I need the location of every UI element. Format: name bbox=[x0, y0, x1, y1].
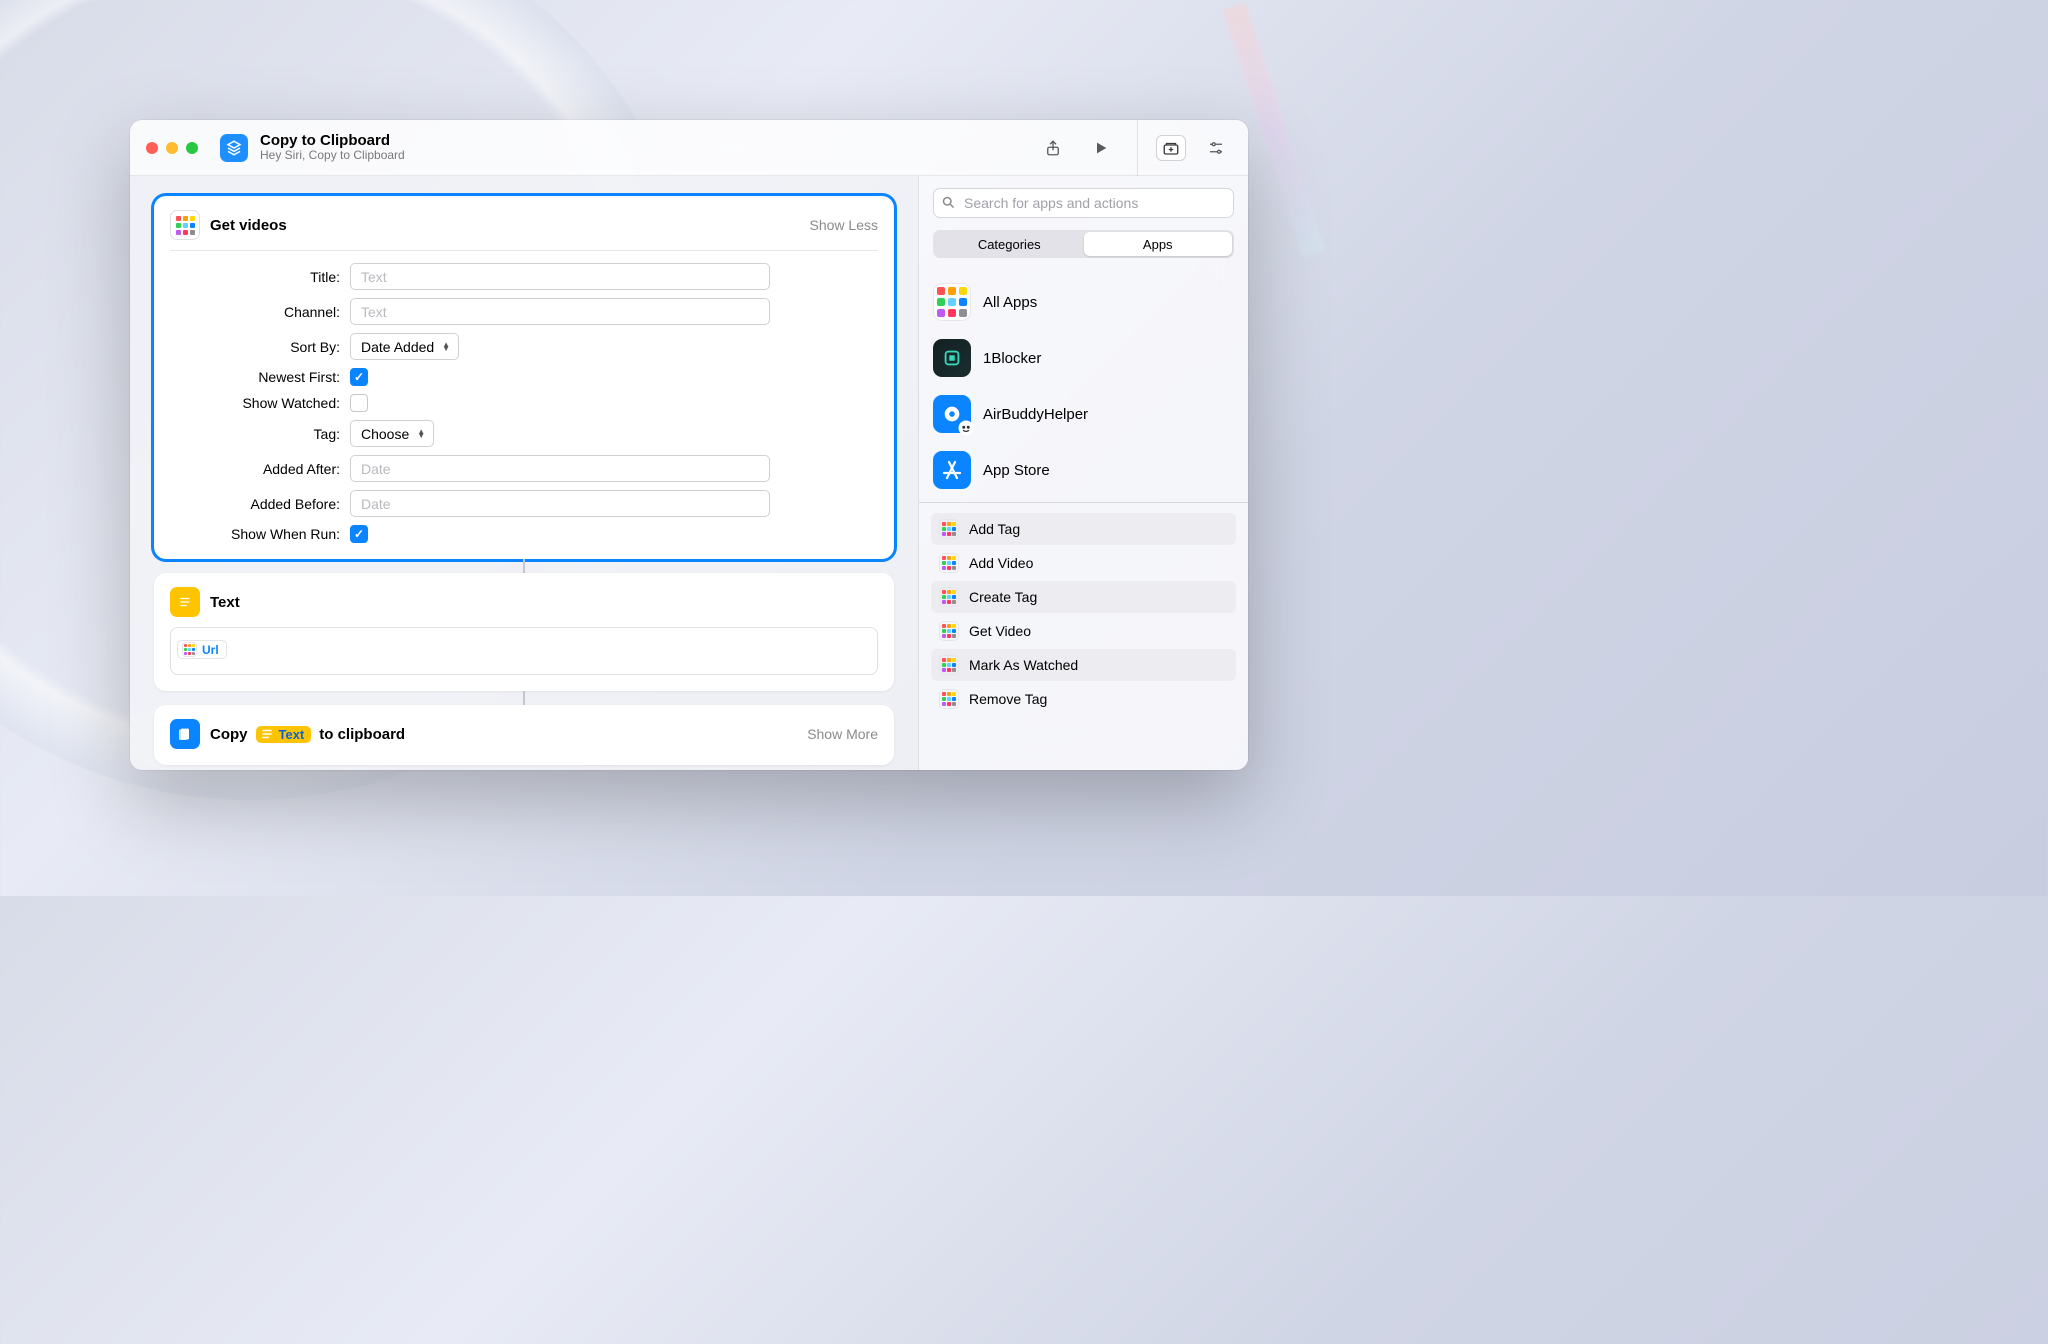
app-grid-icon bbox=[939, 553, 959, 573]
action-row-create-tag[interactable]: Create Tag bbox=[931, 581, 1236, 613]
app-grid-icon bbox=[939, 655, 959, 675]
select-tag-value: Choose bbox=[361, 426, 409, 442]
action-label: Mark As Watched bbox=[969, 657, 1078, 673]
variable-label: Text bbox=[279, 727, 305, 742]
show-more-button[interactable]: Show More bbox=[807, 726, 878, 742]
app-label: 1Blocker bbox=[983, 350, 1041, 367]
label-addedbefore: Added Before: bbox=[170, 496, 340, 512]
action-row-add-tag[interactable]: Add Tag bbox=[931, 513, 1236, 545]
label-sortby: Sort By: bbox=[170, 339, 340, 355]
maximize-button[interactable] bbox=[186, 142, 198, 154]
checkbox-showwatched[interactable] bbox=[350, 394, 368, 412]
app-row-1blocker[interactable]: 1Blocker bbox=[933, 330, 1234, 386]
copy-prefix: Copy bbox=[210, 726, 248, 743]
editor-canvas[interactable]: Get videos Show Less Title: Channel: Sor… bbox=[130, 176, 918, 770]
window-title: Copy to Clipboard bbox=[260, 132, 405, 149]
text-icon bbox=[170, 587, 200, 617]
app-label: All Apps bbox=[983, 294, 1037, 311]
app-row-all-apps[interactable]: All Apps bbox=[933, 274, 1234, 330]
checkbox-showwhenrun[interactable] bbox=[350, 525, 368, 543]
app-grid-icon bbox=[939, 519, 959, 539]
app-grid-icon bbox=[939, 621, 959, 641]
variable-label: Url bbox=[202, 643, 219, 657]
label-showwatched: Show Watched: bbox=[170, 395, 340, 411]
chevron-updown-icon: ▲▼ bbox=[417, 430, 425, 438]
checkbox-newestfirst[interactable] bbox=[350, 368, 368, 386]
app-row-appstore[interactable]: App Store bbox=[933, 442, 1234, 498]
input-addedbefore[interactable] bbox=[350, 490, 770, 517]
minimize-button[interactable] bbox=[166, 142, 178, 154]
1blocker-icon bbox=[933, 339, 971, 377]
close-button[interactable] bbox=[146, 142, 158, 154]
input-addedafter[interactable] bbox=[350, 455, 770, 482]
action-label: Remove Tag bbox=[969, 691, 1047, 707]
segment-categories[interactable]: Categories bbox=[935, 232, 1084, 256]
chevron-updown-icon: ▲▼ bbox=[442, 343, 450, 351]
variable-text[interactable]: Text bbox=[256, 726, 312, 743]
all-apps-icon bbox=[933, 283, 971, 321]
input-title[interactable] bbox=[350, 263, 770, 290]
action-row-get-video[interactable]: Get Video bbox=[931, 615, 1236, 647]
label-channel: Channel: bbox=[170, 304, 340, 320]
shortcut-icon bbox=[220, 134, 248, 162]
action-row-remove-tag[interactable]: Remove Tag bbox=[931, 683, 1236, 715]
label-newestfirst: Newest First: bbox=[170, 369, 340, 385]
input-channel[interactable] bbox=[350, 298, 770, 325]
app-grid-icon bbox=[939, 587, 959, 607]
action-title: Get videos bbox=[210, 217, 287, 234]
library-button[interactable] bbox=[1156, 135, 1186, 161]
sidebar: Categories Apps All Apps bbox=[918, 176, 1248, 770]
segment-control: Categories Apps bbox=[933, 230, 1234, 258]
app-row-airbuddy[interactable]: AirBuddyHelper bbox=[933, 386, 1234, 442]
app-actions-list[interactable]: Add Tag Add Video Create Tag Get Video M… bbox=[919, 503, 1248, 770]
label-title: Title: bbox=[170, 269, 340, 285]
app-grid-icon bbox=[170, 210, 200, 240]
select-tag[interactable]: Choose ▲▼ bbox=[350, 420, 434, 447]
action-row-mark-watched[interactable]: Mark As Watched bbox=[931, 649, 1236, 681]
connector bbox=[523, 559, 525, 573]
clipboard-icon bbox=[170, 719, 200, 749]
window-subtitle: Hey Siri, Copy to Clipboard bbox=[260, 149, 405, 163]
label-showwhenrun: Show When Run: bbox=[170, 526, 340, 542]
appstore-icon bbox=[933, 451, 971, 489]
copy-suffix: to clipboard bbox=[319, 726, 405, 743]
app-label: AirBuddyHelper bbox=[983, 406, 1088, 423]
action-label: Add Tag bbox=[969, 521, 1020, 537]
action-row-add-video[interactable]: Add Video bbox=[931, 547, 1236, 579]
select-sortby[interactable]: Date Added ▲▼ bbox=[350, 333, 459, 360]
airbuddy-icon bbox=[933, 395, 971, 433]
share-button[interactable] bbox=[1035, 132, 1071, 164]
label-addedafter: Added After: bbox=[170, 461, 340, 477]
run-button[interactable] bbox=[1083, 132, 1119, 164]
action-label: Get Video bbox=[969, 623, 1031, 639]
window: Copy to Clipboard Hey Siri, Copy to Clip… bbox=[130, 120, 1248, 770]
apps-list[interactable]: All Apps 1Blocker AirBuddyHelper bbox=[919, 268, 1248, 498]
text-body[interactable]: Url bbox=[170, 627, 878, 675]
action-copy[interactable]: Copy Text to clipboard Show More bbox=[154, 705, 894, 765]
action-title: Text bbox=[210, 594, 240, 611]
app-grid-icon bbox=[939, 689, 959, 709]
traffic-lights bbox=[146, 142, 198, 154]
label-tag: Tag: bbox=[170, 426, 340, 442]
action-label: Add Video bbox=[969, 555, 1033, 571]
action-label: Create Tag bbox=[969, 589, 1037, 605]
action-get-videos[interactable]: Get videos Show Less Title: Channel: Sor… bbox=[154, 196, 894, 559]
variable-url[interactable]: Url bbox=[177, 640, 227, 659]
show-less-button[interactable]: Show Less bbox=[810, 217, 878, 233]
app-label: App Store bbox=[983, 462, 1050, 479]
app-grid-icon bbox=[182, 642, 197, 657]
titlebar: Copy to Clipboard Hey Siri, Copy to Clip… bbox=[130, 120, 1248, 176]
select-sortby-value: Date Added bbox=[361, 339, 434, 355]
search-input[interactable] bbox=[933, 188, 1234, 218]
settings-button[interactable] bbox=[1200, 139, 1232, 157]
connector bbox=[523, 691, 525, 705]
segment-apps[interactable]: Apps bbox=[1084, 232, 1233, 256]
action-text[interactable]: Text Url bbox=[154, 573, 894, 691]
